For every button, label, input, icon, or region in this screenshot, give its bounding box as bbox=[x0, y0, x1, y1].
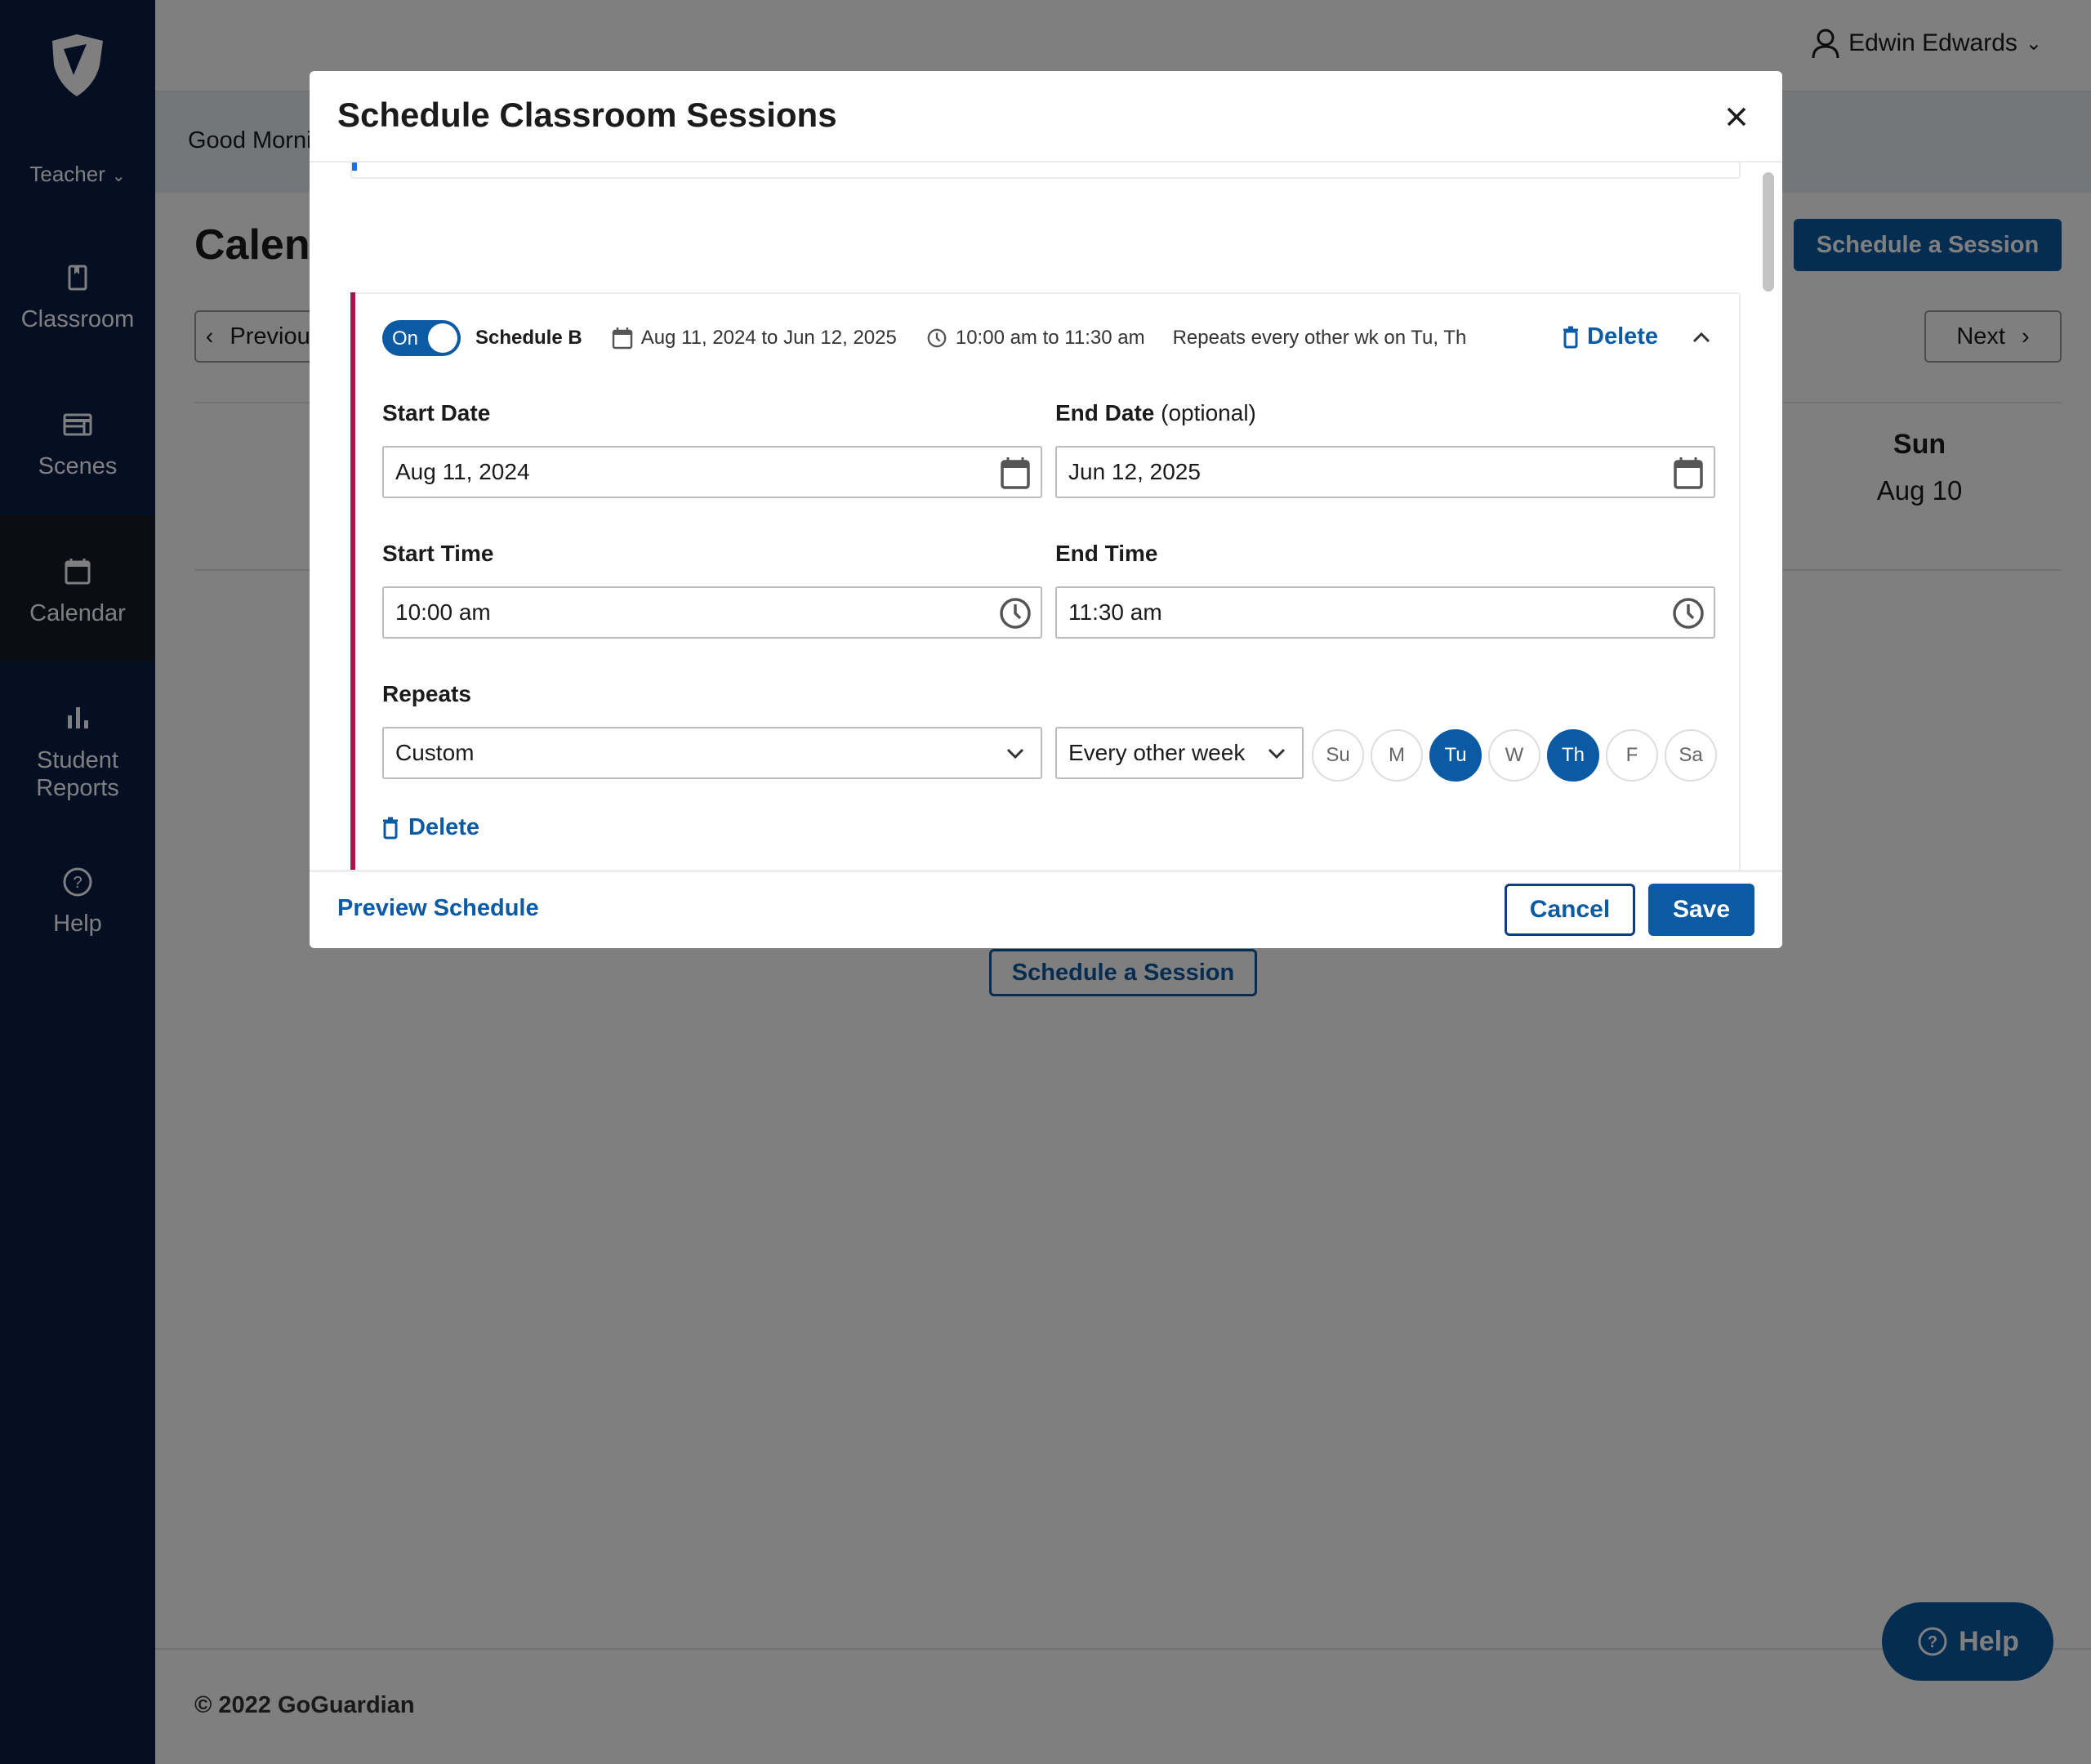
day-toggle-f[interactable]: F bbox=[1606, 729, 1658, 782]
optional-hint: (optional) bbox=[1161, 400, 1256, 425]
schedule-card-a bbox=[350, 163, 1741, 179]
summary-time-range: 10:00 am to 11:30 am bbox=[955, 327, 1145, 349]
frequency-value: Every other week bbox=[1068, 740, 1246, 765]
end-date-input[interactable]: Jun 12, 2025 bbox=[1055, 446, 1715, 498]
day-toggle-su[interactable]: Su bbox=[1312, 729, 1364, 782]
clock-icon[interactable] bbox=[998, 596, 1032, 630]
schedule-enabled-toggle[interactable]: On bbox=[382, 320, 461, 356]
schedule-accent-bar bbox=[352, 163, 357, 171]
toggle-knob bbox=[428, 323, 457, 353]
schedule-summary: On Schedule B Aug 11, 2024 to Jun 12, 20… bbox=[382, 320, 1722, 356]
calendar-icon[interactable] bbox=[1671, 456, 1705, 490]
summary-date-range: Aug 11, 2024 to Jun 12, 2025 bbox=[640, 327, 897, 349]
delete-label: Delete bbox=[1587, 323, 1659, 350]
weekday-picker: Su M Tu W Th F Sa bbox=[1312, 729, 1717, 782]
end-date-label: End Date (optional) bbox=[1055, 400, 1715, 426]
schedule-card-b: On Schedule B Aug 11, 2024 to Jun 12, 20… bbox=[350, 292, 1741, 870]
end-time-value: 11:30 am bbox=[1068, 599, 1162, 625]
start-time-input[interactable]: 10:00 am bbox=[382, 586, 1042, 639]
modal-footer: Preview Schedule Cancel Save bbox=[310, 870, 1782, 948]
clock-icon bbox=[927, 328, 947, 348]
delete-label: Delete bbox=[408, 814, 480, 840]
card-delete-button[interactable]: Delete bbox=[382, 814, 479, 841]
start-date-value: Aug 11, 2024 bbox=[395, 459, 530, 484]
schedule-sessions-modal: Schedule Classroom Sessions On Schedule … bbox=[310, 71, 1782, 948]
start-date-label: Start Date bbox=[382, 400, 491, 425]
calendar-icon bbox=[612, 327, 632, 350]
clock-icon[interactable] bbox=[1671, 596, 1705, 630]
repeats-label: Repeats bbox=[382, 681, 471, 706]
day-toggle-w[interactable]: W bbox=[1488, 729, 1540, 782]
preview-schedule-link[interactable]: Preview Schedule bbox=[337, 895, 539, 922]
trash-icon bbox=[383, 817, 398, 839]
calendar-icon[interactable] bbox=[998, 456, 1032, 490]
day-toggle-m[interactable]: M bbox=[1371, 729, 1423, 782]
repeats-select[interactable]: Custom bbox=[382, 727, 1042, 779]
toggle-label: On bbox=[392, 327, 419, 350]
end-date-value: Jun 12, 2025 bbox=[1068, 459, 1201, 484]
chevron-down-icon bbox=[1268, 748, 1286, 760]
day-toggle-sa[interactable]: Sa bbox=[1665, 729, 1717, 782]
chevron-up-icon[interactable] bbox=[1689, 325, 1714, 350]
start-time-value: 10:00 am bbox=[395, 599, 491, 625]
modal-scrollbar[interactable] bbox=[1763, 172, 1774, 292]
schedule-accent-bar bbox=[350, 292, 355, 870]
close-icon[interactable] bbox=[1722, 102, 1751, 131]
day-toggle-th[interactable]: Th bbox=[1547, 729, 1599, 782]
end-time-label: End Time bbox=[1055, 541, 1158, 566]
trash-icon bbox=[1563, 326, 1578, 348]
save-button[interactable]: Save bbox=[1648, 884, 1754, 936]
delete-schedule-button[interactable]: Delete bbox=[1563, 323, 1658, 350]
modal-body[interactable]: On Schedule B Aug 11, 2024 to Jun 12, 20… bbox=[310, 163, 1782, 870]
repeats-value: Custom bbox=[395, 740, 475, 765]
start-date-input[interactable]: Aug 11, 2024 bbox=[382, 446, 1042, 498]
cancel-button[interactable]: Cancel bbox=[1505, 884, 1635, 936]
end-time-input[interactable]: 11:30 am bbox=[1055, 586, 1715, 639]
chevron-down-icon bbox=[1006, 748, 1024, 760]
start-time-label: Start Time bbox=[382, 541, 494, 566]
schedule-name: Schedule B bbox=[475, 327, 582, 349]
modal-header: Schedule Classroom Sessions bbox=[310, 71, 1782, 163]
summary-repeat: Repeats every other wk on Tu, Th bbox=[1172, 327, 1467, 349]
frequency-select[interactable]: Every other week bbox=[1055, 727, 1304, 779]
end-date-label-text: End Date bbox=[1055, 400, 1155, 425]
day-toggle-tu[interactable]: Tu bbox=[1429, 729, 1482, 782]
modal-title: Schedule Classroom Sessions bbox=[337, 96, 837, 134]
